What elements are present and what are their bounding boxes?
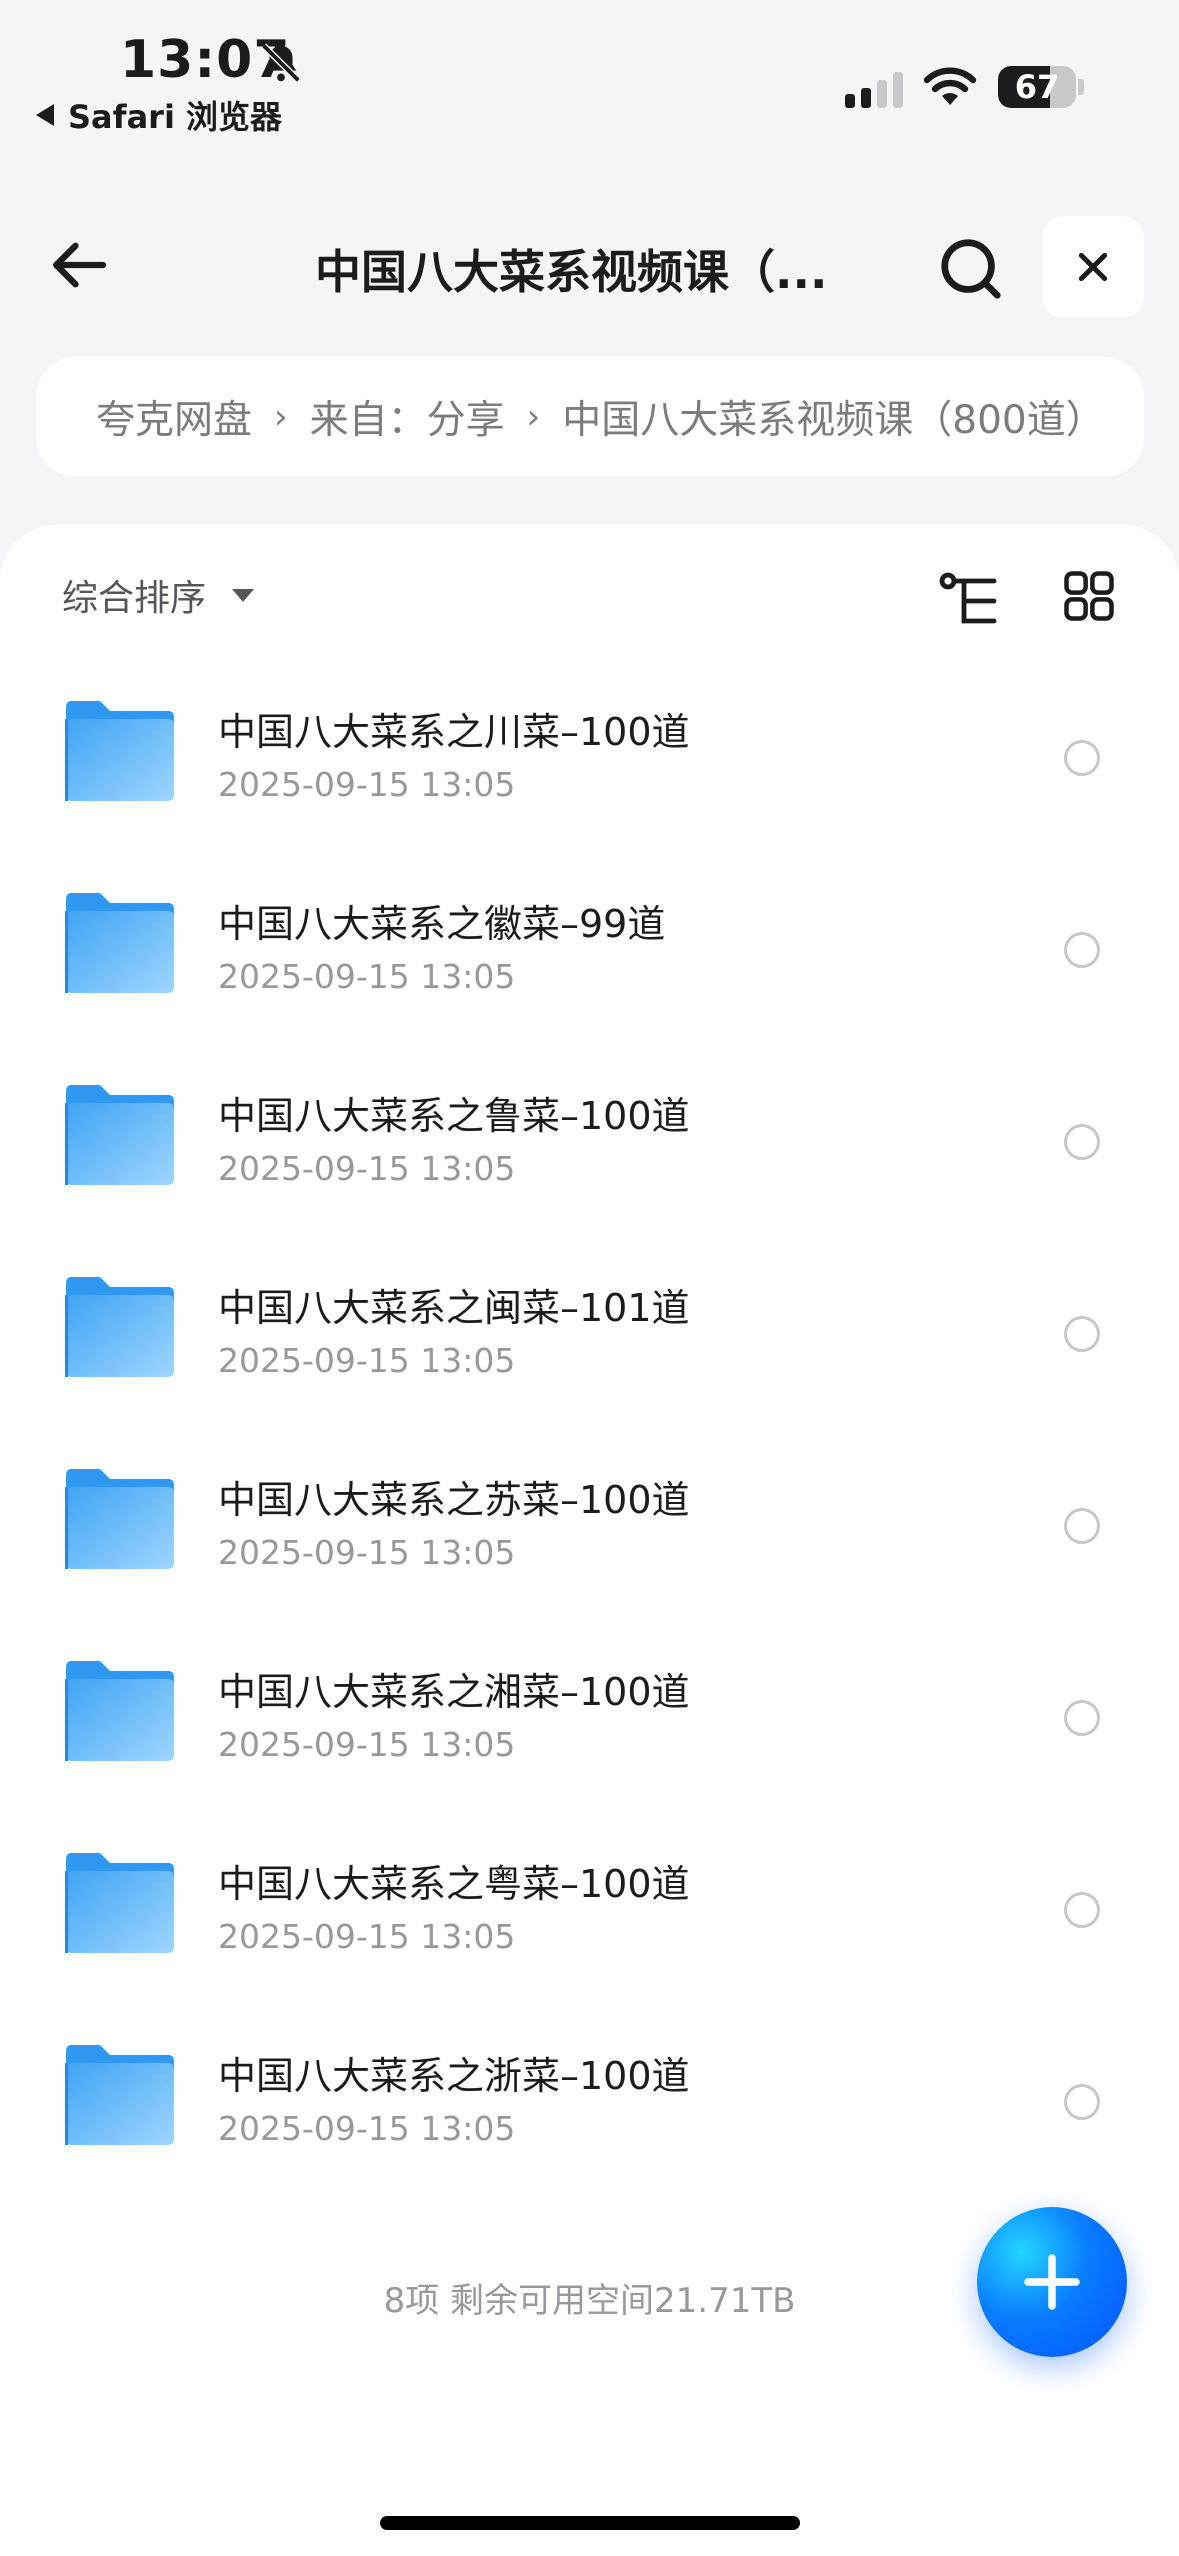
header: 中国八大菜系视频课（... [0, 200, 1179, 340]
grid-view-icon[interactable] [1062, 569, 1116, 623]
sort-dropdown[interactable]: 综合排序 [62, 569, 255, 621]
file-time: 2025-09-15 13:05 [218, 1917, 516, 1956]
tree-view-icon[interactable] [938, 569, 1002, 633]
file-row[interactable]: 中国八大菜系之徽菜–99道 2025-09-15 13:05 [0, 867, 1179, 1059]
folder-icon [65, 701, 174, 801]
battery-percent: 67 [1014, 68, 1060, 106]
close-icon [1078, 252, 1108, 282]
file-row[interactable]: 中国八大菜系之湘菜–100道 2025-09-15 13:05 [0, 1635, 1179, 1827]
file-time: 2025-09-15 13:05 [218, 957, 516, 996]
folder-icon [65, 1661, 174, 1761]
select-radio[interactable] [1064, 1316, 1100, 1352]
select-radio[interactable] [1064, 1124, 1100, 1160]
file-row[interactable]: 中国八大菜系之苏菜–100道 2025-09-15 13:05 [0, 1443, 1179, 1635]
bell-muted-icon [261, 43, 301, 83]
select-radio[interactable] [1064, 1892, 1100, 1928]
breadcrumb: 夸克网盘 › 来自：分享 › 中国八大菜系视频课（800道） [36, 357, 1144, 477]
file-list: 中国八大菜系之川菜–100道 2025-09-15 13:05 中国八大菜系之徽菜… [0, 675, 1179, 2211]
add-button[interactable] [977, 2207, 1127, 2357]
close-button[interactable] [1042, 216, 1144, 318]
file-row[interactable]: 中国八大菜系之鲁菜–100道 2025-09-15 13:05 [0, 1059, 1179, 1251]
select-radio[interactable] [1064, 740, 1100, 776]
back-app-label: Safari 浏览器 [68, 98, 283, 136]
file-name: 中国八大菜系之川菜–100道 [218, 710, 690, 754]
folder-icon [65, 1469, 174, 1569]
file-name: 中国八大菜系之鲁菜–100道 [218, 1094, 690, 1138]
file-name: 中国八大菜系之苏菜–100道 [218, 1478, 690, 1522]
page-title: 中国八大菜系视频课（... [315, 245, 828, 299]
select-radio[interactable] [1064, 1508, 1100, 1544]
back-triangle-icon [36, 104, 54, 126]
select-radio[interactable] [1064, 932, 1100, 968]
caret-down-icon [232, 588, 255, 602]
back-arrow-icon[interactable] [48, 232, 114, 298]
file-row[interactable]: 中国八大菜系之粤菜–100道 2025-09-15 13:05 [0, 1827, 1179, 2019]
file-time: 2025-09-15 13:05 [218, 2109, 516, 2148]
battery-indicator: 67 [998, 66, 1076, 108]
select-radio[interactable] [1064, 2084, 1100, 2120]
file-row[interactable]: 中国八大菜系之浙菜–100道 2025-09-15 13:05 [0, 2019, 1179, 2211]
sort-label: 综合排序 [62, 578, 207, 619]
breadcrumb-item-current[interactable]: 中国八大菜系视频课（800道） [562, 389, 1104, 445]
file-time: 2025-09-15 13:05 [218, 1725, 516, 1764]
battery-cap [1078, 79, 1084, 95]
file-row[interactable]: 中国八大菜系之闽菜–101道 2025-09-15 13:05 [0, 1251, 1179, 1443]
file-time: 2025-09-15 13:05 [218, 765, 516, 804]
home-indicator[interactable] [380, 2516, 800, 2530]
status-bar: 13:07 Safari 浏览器 67 [0, 0, 1179, 150]
file-name: 中国八大菜系之粤菜–100道 [218, 1862, 690, 1906]
file-time: 2025-09-15 13:05 [218, 1149, 516, 1188]
file-name: 中国八大菜系之闽菜–101道 [218, 1286, 690, 1330]
file-row[interactable]: 中国八大菜系之川菜–100道 2025-09-15 13:05 [0, 675, 1179, 867]
chevron-right-icon: › [274, 397, 288, 437]
cellular-signal-icon [845, 72, 903, 108]
file-time: 2025-09-15 13:05 [218, 1533, 516, 1572]
page: 13:07 Safari 浏览器 67 中国八大菜系视频课（... 夸克网盘 ›… [0, 0, 1179, 2556]
file-name: 中国八大菜系之浙菜–100道 [218, 2054, 690, 2098]
folder-icon [65, 1277, 174, 1377]
file-name: 中国八大菜系之湘菜–100道 [218, 1670, 690, 1714]
chevron-right-icon: › [526, 397, 541, 437]
breadcrumb-item-shared[interactable]: 来自：分享 [310, 389, 505, 445]
file-time: 2025-09-15 13:05 [218, 1341, 516, 1380]
folder-icon [65, 893, 174, 993]
breadcrumb-item-root[interactable]: 夸克网盘 [96, 389, 252, 445]
folder-icon [65, 1085, 174, 1185]
back-to-app-button[interactable]: Safari 浏览器 [36, 92, 282, 138]
wifi-icon [923, 67, 977, 105]
search-icon[interactable] [936, 234, 1006, 304]
select-radio[interactable] [1064, 1700, 1100, 1736]
folder-icon [65, 2045, 174, 2145]
file-name: 中国八大菜系之徽菜–99道 [218, 902, 666, 946]
plus-icon [1024, 2254, 1080, 2310]
folder-icon [65, 1853, 174, 1953]
